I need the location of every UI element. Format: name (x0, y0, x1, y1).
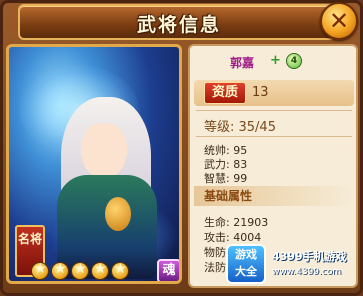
window-title: 武将信息 (136, 14, 221, 36)
watermark-brand: 4399手机游戏 (272, 250, 347, 263)
close-button[interactable]: ✕ (320, 2, 358, 40)
plus-label: + (270, 53, 281, 68)
watermark: 游戏 大全 4399手机游戏 www.4399.com (226, 242, 360, 294)
star-icon (71, 261, 89, 280)
upgrade-level-badge: 4 (286, 53, 302, 69)
attr-value: 21903 (233, 216, 269, 229)
stat-label: 智慧 (204, 172, 226, 185)
watermark-logo: 游戏 大全 (226, 244, 266, 284)
watermark-logo-line1: 游戏 (235, 248, 257, 261)
hero-level: 等级: 35/45 (204, 120, 276, 135)
star-icon (31, 261, 49, 280)
attributes-section-header: 基础属性 (194, 186, 354, 206)
attr-label: 物防 (204, 246, 226, 259)
stat-value: 99 (233, 172, 248, 185)
aptitude-badge: 资质 (204, 82, 246, 104)
watermark-logo-line2: 大全 (235, 265, 257, 278)
stat-wisdom: 智慧: 99 (204, 172, 248, 185)
hero-name: 郭嘉 (230, 56, 255, 70)
hero-face (81, 123, 127, 179)
star-icon (111, 261, 129, 280)
aptitude-row: 资质 13 (194, 80, 354, 106)
attr-label: 攻击 (204, 231, 226, 244)
star-icon (51, 261, 69, 280)
star-rating (31, 261, 131, 281)
attributes-section-title: 基础属性 (204, 189, 253, 203)
divider (196, 136, 352, 137)
gourd-icon (105, 197, 131, 231)
hero-portrait-card[interactable]: 名将 魂 (6, 44, 182, 284)
aptitude-value: 13 (252, 85, 269, 100)
star-icon (91, 261, 109, 280)
title-bar: 武将信息 (18, 4, 336, 40)
divider (196, 110, 352, 111)
close-icon: ✕ (328, 7, 350, 35)
hero-rank-label: 名将 (17, 232, 42, 246)
attr-hp: 生命: 21903 (204, 216, 269, 229)
attr-label: 生命 (204, 216, 226, 229)
soul-badge[interactable]: 魂 (157, 259, 179, 281)
watermark-url: www.4399.com (272, 267, 342, 277)
attr-label: 法防 (204, 261, 226, 274)
